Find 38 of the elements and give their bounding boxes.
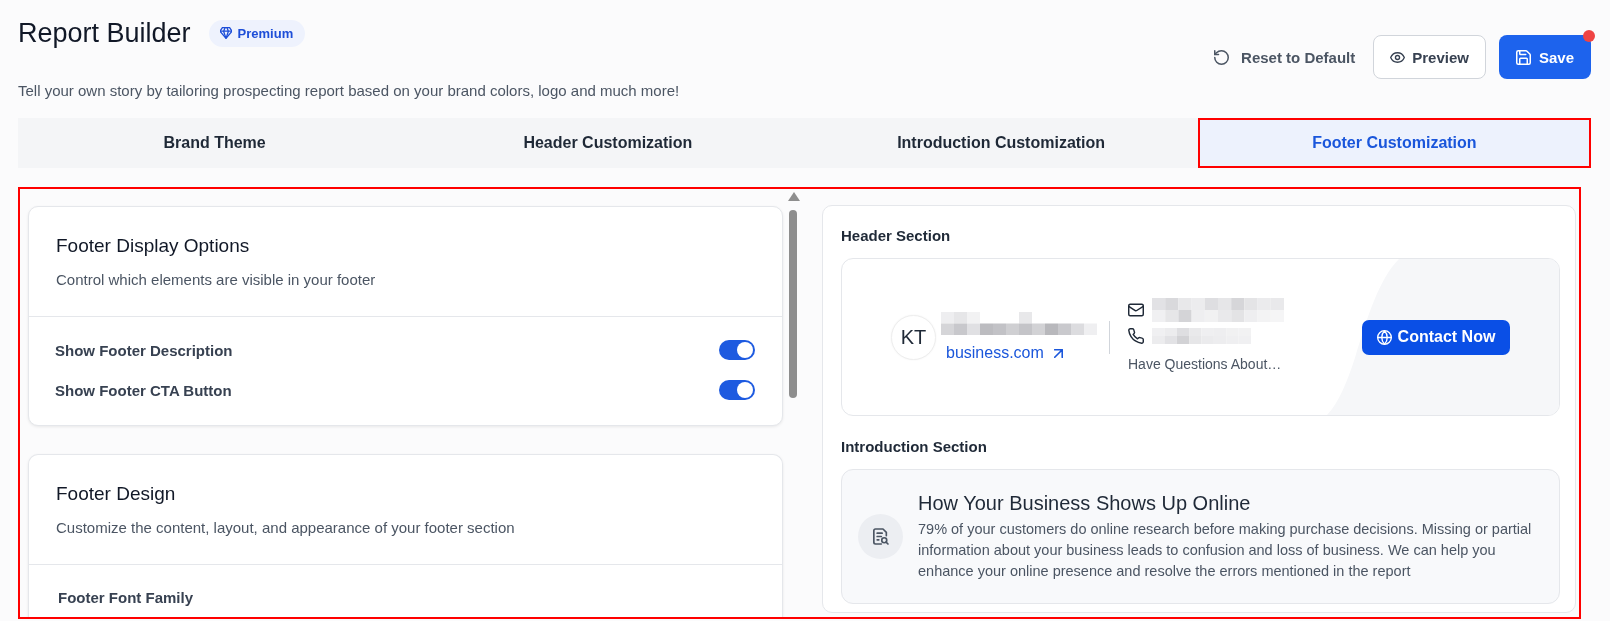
page-title: Report Builder bbox=[18, 17, 191, 50]
tab[interactable]: Footer Customization bbox=[1197, 118, 1591, 168]
toggle-switch[interactable] bbox=[719, 340, 755, 360]
page-subtitle: Tell your own story by tailoring prospecting report based on your brand colors, logo and much more! bbox=[18, 82, 680, 100]
envelope-icon bbox=[1128, 302, 1144, 318]
contact-button[interactable]: Contact Now bbox=[1362, 319, 1510, 355]
card-description: Control which elements are visible in your footer bbox=[56, 270, 377, 290]
save-button[interactable]: Save bbox=[1498, 35, 1591, 79]
section-label: Introduction Section bbox=[841, 438, 988, 456]
field-label: Footer Font Family bbox=[58, 589, 194, 607]
intro-title: How Your Business Shows Up Online bbox=[918, 491, 1252, 515]
toggle-switch[interactable] bbox=[719, 380, 755, 400]
save-icon bbox=[1515, 49, 1531, 65]
contact-tagline: Have Questions About… bbox=[1128, 356, 1283, 372]
preview-button[interactable]: Preview bbox=[1373, 35, 1486, 79]
eye-icon bbox=[1390, 49, 1406, 65]
phone-icon bbox=[1128, 328, 1144, 344]
counterclockwise-arrow-icon bbox=[1214, 49, 1230, 65]
reset-button[interactable]: Reset to Default bbox=[1214, 35, 1356, 79]
avatar-initials: KT bbox=[891, 314, 936, 360]
arrow-up-right-icon bbox=[1053, 348, 1063, 358]
tab[interactable]: Header Customization bbox=[411, 118, 805, 168]
scroll-up-arrow-icon[interactable] bbox=[788, 192, 800, 201]
card-title: Footer Design bbox=[56, 482, 177, 506]
premium-badge: Premium bbox=[208, 19, 306, 47]
tab[interactable]: Introduction Customization bbox=[804, 118, 1198, 168]
card-title: Footer Display Options bbox=[56, 234, 251, 258]
diamond-icon bbox=[219, 27, 232, 39]
section-label: Header Section bbox=[841, 227, 952, 245]
intro-paragraph: 79% of your customers do online research before making purchase decisions. Missing or partial information about your business leads to confusion and loss of business. We can help you enhance your online presence and resolve the errors mentioned in the report bbox=[918, 520, 1533, 581]
document-search-icon bbox=[858, 514, 903, 559]
toggle-label: Show Footer Description bbox=[55, 341, 233, 359]
website-link[interactable]: business.com bbox=[946, 344, 1063, 362]
tab[interactable]: Brand Theme bbox=[18, 118, 412, 168]
scrollbar-thumb[interactable] bbox=[789, 210, 797, 398]
card-description: Customize the content, layout, and appearance of your footer section bbox=[56, 518, 516, 538]
globe-icon bbox=[1376, 329, 1392, 345]
toggle-label: Show Footer CTA Button bbox=[55, 381, 232, 399]
